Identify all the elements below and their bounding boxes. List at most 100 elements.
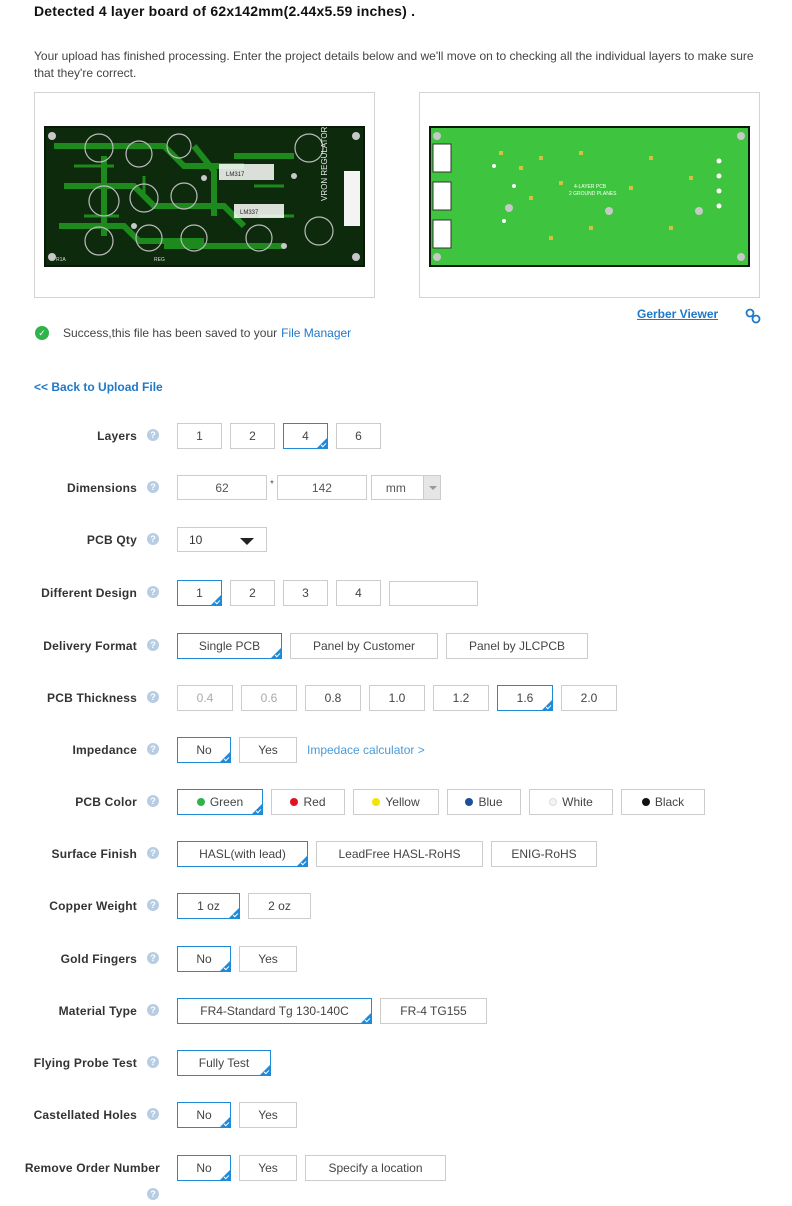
surface-leadfree-hasl[interactable]: LeadFree HASL-RoHS xyxy=(316,841,483,867)
red-swatch-icon xyxy=(290,798,299,806)
probe-row: Flying Probe Test ? Fully Test xyxy=(0,1050,792,1076)
board-bottom-label: 2 GROUND PLANES xyxy=(569,191,617,197)
color-red[interactable]: Red xyxy=(271,789,345,815)
board-silk-text: REG xyxy=(154,257,165,263)
help-icon[interactable]: ? xyxy=(147,1188,159,1200)
surface-enig[interactable]: ENIG-RoHS xyxy=(491,841,597,867)
order-number-yes[interactable]: Yes xyxy=(239,1155,297,1181)
height-input[interactable] xyxy=(276,475,367,500)
black-swatch-icon xyxy=(641,798,650,806)
color-red-label: Red xyxy=(303,795,326,809)
gold-row: Gold Fingers ? No Yes xyxy=(0,946,792,972)
file-manager-link[interactable]: File Manager xyxy=(281,326,351,340)
surface-label: Surface Finish xyxy=(51,847,137,861)
qty-value: 10 xyxy=(189,532,203,547)
color-green[interactable]: Green xyxy=(177,789,263,815)
order-number-row: Remove Order Number No Yes Specify a loc… xyxy=(0,1155,792,1181)
page-title: Detected 4 layer board of 62x142mm(2.44x… xyxy=(34,3,416,19)
layers-option-4[interactable]: 4 xyxy=(283,423,328,449)
design-option-1[interactable]: 1 xyxy=(177,580,222,606)
castellated-no[interactable]: No xyxy=(177,1102,231,1128)
color-white[interactable]: White xyxy=(529,789,613,815)
thickness-2-0[interactable]: 2.0 xyxy=(561,685,617,711)
board-bottom-label: 4-LAYER PCB xyxy=(574,184,607,190)
pcb-top-preview: VRON REGULATOR LM317 LM337 R1A REG xyxy=(34,92,375,298)
castellated-row: Castellated Holes ? No Yes xyxy=(0,1102,792,1128)
copper-1oz[interactable]: 1 oz xyxy=(177,893,240,919)
castellated-yes[interactable]: Yes xyxy=(239,1102,297,1128)
help-icon[interactable]: ? xyxy=(147,1056,159,1068)
design-option-2[interactable]: 2 xyxy=(230,580,275,606)
layers-option-6[interactable]: 6 xyxy=(336,423,381,449)
thickness-0-6[interactable]: 0.6 xyxy=(241,685,297,711)
help-icon[interactable]: ? xyxy=(147,691,159,703)
probe-fully-test[interactable]: Fully Test xyxy=(177,1050,271,1076)
impedance-no[interactable]: No xyxy=(177,737,231,763)
layers-label: Layers xyxy=(97,429,137,443)
material-fr4-standard[interactable]: FR4-Standard Tg 130-140C xyxy=(177,998,372,1024)
impedance-yes[interactable]: Yes xyxy=(239,737,297,763)
material-label: Material Type xyxy=(58,1004,137,1018)
yellow-swatch-icon xyxy=(372,798,381,806)
impedance-label: Impedance xyxy=(72,743,137,757)
back-to-upload-link[interactable]: << Back to Upload File xyxy=(34,380,163,394)
layers-option-1[interactable]: 1 xyxy=(177,423,222,449)
qty-select[interactable]: 10 xyxy=(177,527,267,552)
material-fr4-tg155[interactable]: FR-4 TG155 xyxy=(380,998,487,1024)
board-silk-text: R1A xyxy=(56,257,66,263)
help-icon[interactable]: ? xyxy=(147,533,159,545)
pcb-top-image: VRON REGULATOR LM317 LM337 R1A REG xyxy=(44,126,365,267)
color-yellow-label: Yellow xyxy=(385,795,420,809)
design-option-4[interactable]: 4 xyxy=(336,580,381,606)
material-row: Material Type ? FR4-Standard Tg 130-140C… xyxy=(0,998,792,1024)
gerber-viewer-link[interactable]: Gerber Viewer xyxy=(637,307,718,321)
gold-no[interactable]: No xyxy=(177,946,231,972)
help-icon[interactable]: ? xyxy=(147,795,159,807)
help-icon[interactable]: ? xyxy=(147,847,159,859)
delivery-panel-customer[interactable]: Panel by Customer xyxy=(290,633,438,659)
color-blue[interactable]: Blue xyxy=(447,789,521,815)
unit-select[interactable]: mm xyxy=(370,475,441,500)
thickness-1-6[interactable]: 1.6 xyxy=(497,685,553,711)
delivery-single-pcb[interactable]: Single PCB xyxy=(177,633,282,659)
help-icon[interactable]: ? xyxy=(147,952,159,964)
delivery-panel-jlcpcb[interactable]: Panel by JLCPCB xyxy=(446,633,588,659)
help-icon[interactable]: ? xyxy=(147,639,159,651)
design-option-3[interactable]: 3 xyxy=(283,580,328,606)
order-number-specify[interactable]: Specify a location xyxy=(305,1155,446,1181)
design-custom-input[interactable] xyxy=(389,580,478,606)
help-icon[interactable]: ? xyxy=(147,586,159,598)
thickness-0-8[interactable]: 0.8 xyxy=(305,685,361,711)
intro-text: Your upload has finished processing. Ent… xyxy=(34,49,754,80)
help-icon[interactable]: ? xyxy=(147,1004,159,1016)
copper-2oz[interactable]: 2 oz xyxy=(248,893,311,919)
qty-row: PCB Qty ? 10 xyxy=(0,527,792,553)
pcb-bottom-preview: 4-LAYER PCB 2 GROUND PLANES xyxy=(419,92,760,298)
surface-hasl-lead[interactable]: HASL(with lead) xyxy=(177,841,308,867)
help-icon[interactable]: ? xyxy=(147,429,159,441)
help-icon[interactable]: ? xyxy=(147,1108,159,1120)
pcb-bottom-image: 4-LAYER PCB 2 GROUND PLANES xyxy=(429,126,750,267)
color-green-label: Green xyxy=(209,795,244,809)
help-icon[interactable]: ? xyxy=(147,899,159,911)
different-design-row: Different Design ? 1 2 3 4 xyxy=(0,580,792,606)
thickness-1-2[interactable]: 1.2 xyxy=(433,685,489,711)
thickness-1-0[interactable]: 1.0 xyxy=(369,685,425,711)
dimensions-label: Dimensions xyxy=(66,481,137,495)
color-yellow[interactable]: Yellow xyxy=(353,789,439,815)
gold-yes[interactable]: Yes xyxy=(239,946,297,972)
link-icon[interactable] xyxy=(745,308,761,324)
impedance-calculator-link[interactable]: Impedace calculator > xyxy=(307,743,425,757)
order-number-no[interactable]: No xyxy=(177,1155,231,1181)
width-input[interactable] xyxy=(177,475,267,500)
success-text: Success,this file has been saved to your xyxy=(63,326,278,340)
dimension-separator: * xyxy=(270,479,274,490)
help-icon[interactable]: ? xyxy=(147,743,159,755)
color-black[interactable]: Black xyxy=(621,789,705,815)
layers-option-2[interactable]: 2 xyxy=(230,423,275,449)
probe-label: Flying Probe Test xyxy=(33,1056,137,1070)
thickness-0-4[interactable]: 0.4 xyxy=(177,685,233,711)
qty-label: PCB Qty xyxy=(86,533,137,547)
board-silk-text: LM337 xyxy=(240,210,259,216)
help-icon[interactable]: ? xyxy=(147,481,159,493)
